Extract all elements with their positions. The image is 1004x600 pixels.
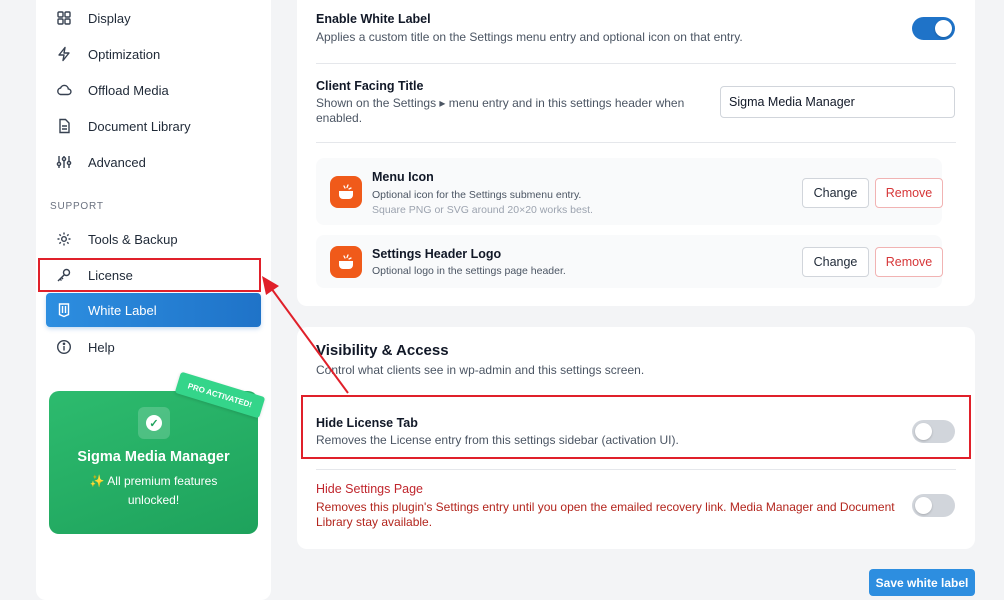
sidebar-item-display[interactable]: Display (46, 1, 261, 35)
hide-settings-toggle[interactable] (912, 494, 955, 517)
support-section-label: SUPPORT (50, 201, 104, 212)
grid-icon (56, 10, 72, 26)
menu-icon-desc: Optional icon for the Settings submenu e… (372, 189, 582, 201)
sidebar-item-label: Offload Media (88, 82, 169, 98)
enable-white-label-desc: Applies a custom title on the Settings m… (316, 30, 743, 44)
sidebar-item-optimization[interactable]: Optimization (46, 37, 261, 71)
sidebar-item-label: Advanced (88, 154, 146, 170)
sliders-icon (56, 154, 72, 170)
visibility-section-desc: Control what clients see in wp-admin and… (316, 363, 645, 377)
header-logo-change-button[interactable]: Change (802, 247, 869, 277)
app-logo-icon (330, 176, 362, 208)
tag-icon (56, 302, 72, 318)
sidebar: Display Optimization Offload Media Docum… (36, 0, 271, 600)
sidebar-item-document-library[interactable]: Document Library (46, 109, 261, 143)
divider (316, 142, 956, 143)
menu-icon-change-button[interactable]: Change (802, 178, 869, 208)
sidebar-item-help[interactable]: Help (46, 330, 261, 364)
sidebar-item-tools-backup[interactable]: Tools & Backup (46, 222, 261, 256)
sidebar-item-advanced[interactable]: Advanced (46, 145, 261, 179)
check-circle-icon: ✓ (138, 407, 170, 439)
menu-icon-hint: Square PNG or SVG around 20×20 works bes… (372, 204, 593, 216)
sidebar-item-label: Help (88, 339, 115, 355)
license-highlight-box (38, 258, 261, 292)
pro-card: ✓ Sigma Media Manager ✨ All premium feat… (49, 391, 258, 534)
client-title-desc: Shown on the Settings ▸ menu entry and i… (316, 96, 685, 125)
sidebar-item-white-label[interactable]: White Label (46, 293, 261, 327)
cloud-icon (56, 82, 72, 98)
pro-card-desc: ✨ All premium features unlocked! (89, 474, 218, 507)
client-title-label: Client Facing Title (316, 79, 424, 93)
sidebar-item-label: White Label (88, 302, 157, 318)
header-logo-title: Settings Header Logo (372, 247, 502, 261)
info-icon (56, 339, 72, 355)
enable-white-label-title: Enable White Label (316, 12, 431, 26)
document-icon (56, 118, 72, 134)
sidebar-item-label: Optimization (88, 46, 161, 62)
hide-settings-title: Hide Settings Page (316, 482, 424, 496)
sidebar-item-label: Tools & Backup (88, 231, 178, 247)
header-logo-remove-button[interactable]: Remove (875, 247, 943, 277)
divider (316, 63, 956, 64)
divider (316, 469, 956, 470)
app-logo-icon (330, 246, 362, 278)
menu-icon-remove-button[interactable]: Remove (875, 178, 943, 208)
hide-license-highlight-box (301, 395, 971, 459)
gear-icon (56, 231, 72, 247)
enable-white-label-toggle[interactable] (912, 17, 955, 40)
sidebar-item-offload-media[interactable]: Offload Media (46, 73, 261, 107)
visibility-section-title: Visibility & Access (316, 342, 449, 359)
sidebar-item-label: Document Library (88, 118, 191, 134)
client-title-input[interactable] (720, 86, 955, 118)
menu-icon-title: Menu Icon (372, 170, 434, 184)
header-logo-desc: Optional logo in the settings page heade… (372, 265, 566, 277)
lightning-icon (56, 46, 72, 62)
hide-settings-desc: Removes this plugin's Settings entry unt… (316, 500, 895, 529)
pro-card-name: Sigma Media Manager (77, 449, 230, 465)
sidebar-item-label: Display (88, 10, 131, 26)
save-white-label-button[interactable]: Save white label (869, 569, 975, 596)
